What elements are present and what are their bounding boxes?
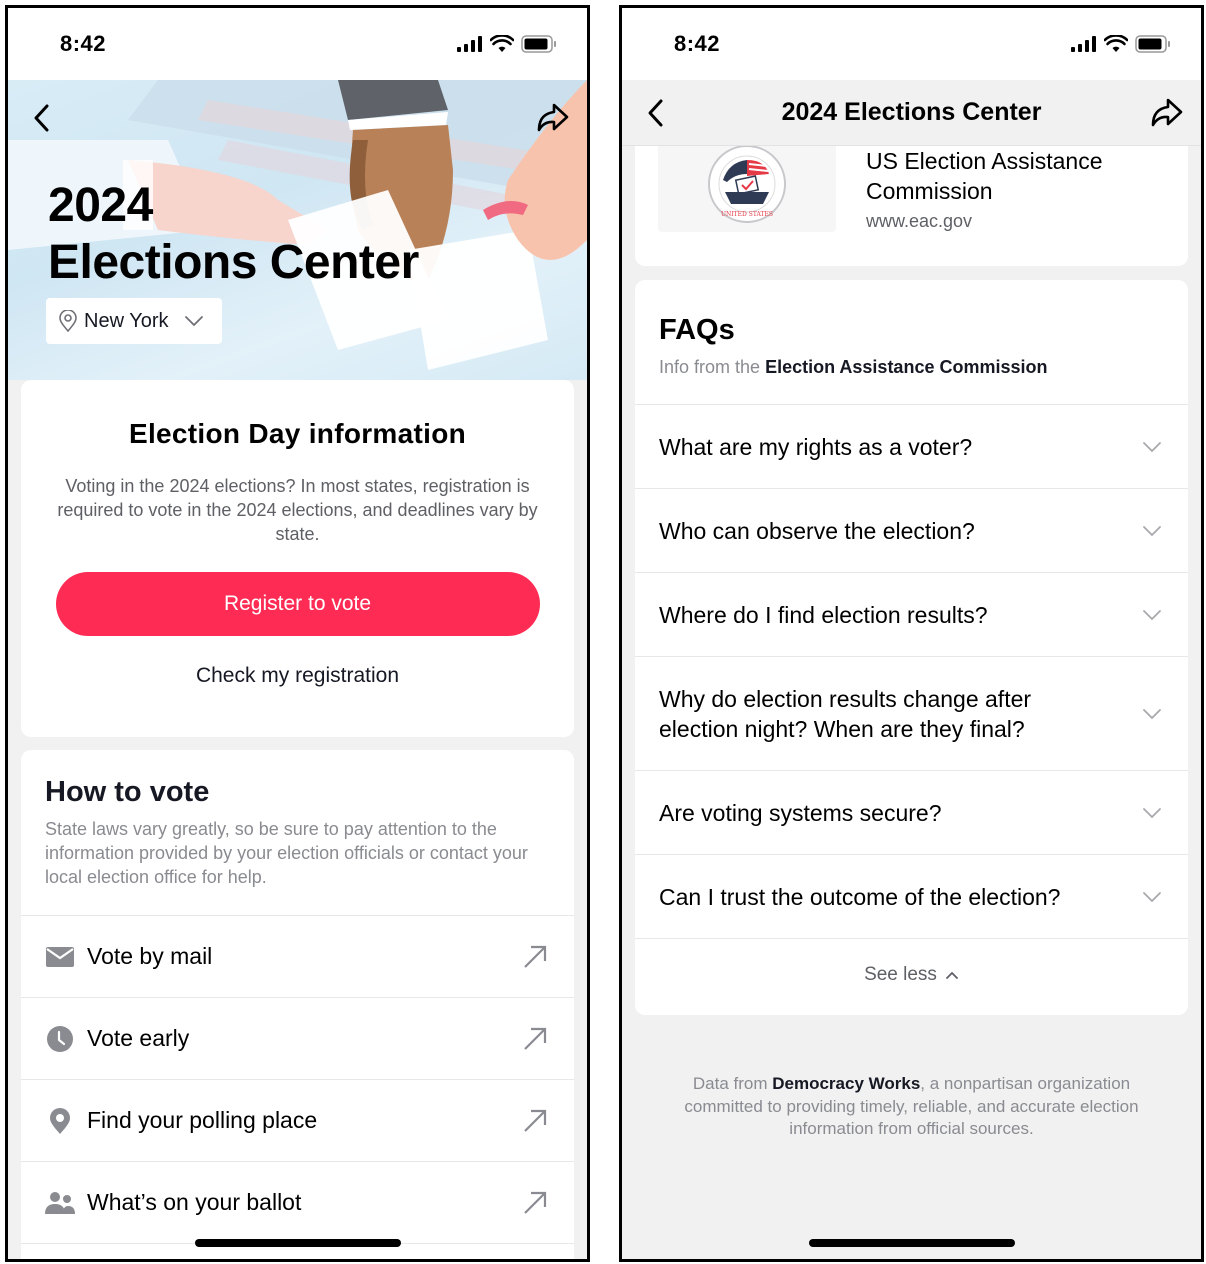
how-to-vote-title: How to vote	[45, 776, 210, 808]
election-day-description: Voting in the 2024 elections? In most st…	[57, 476, 538, 544]
signal-icon	[457, 36, 482, 52]
status-icons	[457, 35, 557, 53]
source-name: US Election Assistance Commission	[866, 148, 1103, 204]
share-arrow-icon	[537, 103, 569, 132]
faq-subtitle: Info from the Election Assistance Commis…	[635, 347, 1188, 378]
status-time: 8:42	[60, 31, 107, 56]
wifi-icon	[1104, 35, 1128, 52]
faq-question: What are my rights as a voter?	[659, 433, 973, 460]
list-item-vote-by-mail[interactable]: Vote by mail	[21, 915, 574, 997]
faq-question: Who can observe the election?	[659, 517, 975, 544]
faq-item[interactable]: What are my rights as a voter?	[635, 404, 1188, 488]
register-to-vote-button[interactable]: Register to vote	[55, 572, 540, 636]
faq-question: Are voting systems secure?	[659, 799, 942, 826]
see-less-button[interactable]: See less	[635, 938, 1188, 1010]
how-to-vote-card: How to vote State laws vary greatly, so …	[21, 750, 574, 1259]
chevron-up-icon	[946, 971, 958, 979]
external-arrow-icon	[520, 942, 550, 972]
location-pin-icon	[45, 1106, 75, 1136]
list-item-polling-place[interactable]: Find your polling place	[21, 1079, 574, 1161]
clock-icon	[45, 1024, 75, 1054]
faq-item[interactable]: Why do election results change after ele…	[635, 656, 1188, 770]
location-pin-icon	[59, 310, 77, 332]
check-registration-link[interactable]: Check my registration	[21, 664, 574, 688]
item-label: What’s on your ballot	[87, 1189, 302, 1215]
navigation-bar: 2024 Elections Center	[622, 80, 1201, 146]
item-label: Vote early	[87, 1025, 190, 1051]
home-indicator[interactable]	[194, 1239, 401, 1247]
battery-icon	[521, 35, 556, 53]
back-button[interactable]	[636, 93, 676, 133]
item-label: Vote by mail	[87, 943, 213, 969]
faq-title: FAQs	[659, 314, 735, 346]
signal-icon	[1071, 36, 1096, 52]
page-title: 2024 Elections Center	[48, 177, 419, 291]
list-item-ballot[interactable]: What’s on your ballot	[21, 1161, 574, 1243]
chevron-down-icon	[1140, 435, 1164, 459]
faq-item[interactable]: Can I trust the outcome of the election?	[635, 854, 1188, 938]
wifi-icon	[490, 35, 514, 52]
external-arrow-icon	[520, 1188, 550, 1218]
title-line-year: 2024	[48, 179, 153, 232]
phone-screen-elections-home: 8:42 2024 Elections Center New York Elec…	[5, 5, 590, 1262]
attribution-prefix: Data from	[692, 1074, 773, 1093]
chevron-down-icon	[1140, 519, 1164, 543]
phone-screen-faqs: 8:42 2024 Elections Center UNITED STATES…	[619, 5, 1204, 1262]
battery-icon	[1135, 35, 1170, 53]
chevron-down-icon	[1140, 603, 1164, 627]
data-attribution: Data from Democracy Works, a nonpartisan…	[682, 1073, 1141, 1141]
attribution-source[interactable]: Democracy Works	[772, 1074, 920, 1093]
share-button[interactable]	[1147, 93, 1187, 133]
source-card[interactable]: UNITED STATES US Election Assistance Com…	[635, 136, 1188, 266]
faq-question: Where do I find election results?	[659, 601, 988, 628]
eac-seal-logo: UNITED STATES	[708, 145, 786, 223]
faq-item[interactable]: Where do I find election results?	[635, 572, 1188, 656]
mail-icon	[45, 942, 75, 972]
status-icons	[1071, 35, 1171, 53]
faq-card: FAQs Info from the Election Assistance C…	[635, 280, 1188, 1015]
chevron-left-icon	[34, 104, 49, 132]
back-button[interactable]	[22, 98, 62, 138]
status-bar: 8:42	[622, 8, 1201, 80]
chevron-down-icon	[184, 316, 203, 327]
item-label: Find your polling place	[87, 1107, 318, 1133]
external-arrow-icon	[520, 1024, 550, 1054]
status-bar: 8:42	[8, 8, 587, 80]
chevron-down-icon	[1140, 885, 1164, 909]
chevron-left-icon	[648, 99, 663, 127]
faq-item[interactable]: Who can observe the election?	[635, 488, 1188, 572]
share-arrow-icon	[1151, 98, 1183, 127]
status-time: 8:42	[674, 31, 721, 56]
eac-logo: UNITED STATES	[658, 136, 836, 232]
faq-list: What are my rights as a voter? Who can o…	[635, 404, 1188, 938]
hero-banner: 2024 Elections Center New York	[8, 80, 587, 380]
faq-subtitle-source: Election Assistance Commission	[765, 357, 1048, 377]
people-icon	[45, 1188, 75, 1218]
nav-title: 2024 Elections Center	[781, 98, 1042, 126]
source-url[interactable]: www.eac.gov	[866, 211, 972, 232]
location-value: New York	[84, 309, 169, 332]
chevron-down-icon	[1140, 801, 1164, 825]
title-line-name: Elections Center	[48, 236, 419, 289]
faq-question: Why do election results change after ele…	[659, 685, 1032, 742]
faq-item[interactable]: Are voting systems secure?	[635, 770, 1188, 854]
how-to-vote-description: State laws vary greatly, so be sure to p…	[45, 819, 528, 887]
home-indicator[interactable]	[808, 1239, 1015, 1247]
faq-subtitle-prefix: Info from the	[659, 357, 766, 377]
election-day-title: Election Day information	[128, 418, 467, 449]
chevron-down-icon	[1140, 702, 1164, 726]
external-arrow-icon	[520, 1106, 550, 1136]
svg-text:UNITED STATES: UNITED STATES	[721, 211, 773, 218]
location-selector[interactable]: New York	[46, 298, 222, 344]
share-button[interactable]	[533, 98, 573, 138]
faq-question: Can I trust the outcome of the election?	[659, 883, 1061, 910]
list-item-vote-early[interactable]: Vote early	[21, 997, 574, 1079]
election-day-card: Election Day information Voting in the 2…	[21, 380, 574, 737]
see-less-label: See less	[864, 963, 937, 985]
how-to-vote-list: Vote by mail Vote early Find your pollin	[21, 915, 574, 1259]
